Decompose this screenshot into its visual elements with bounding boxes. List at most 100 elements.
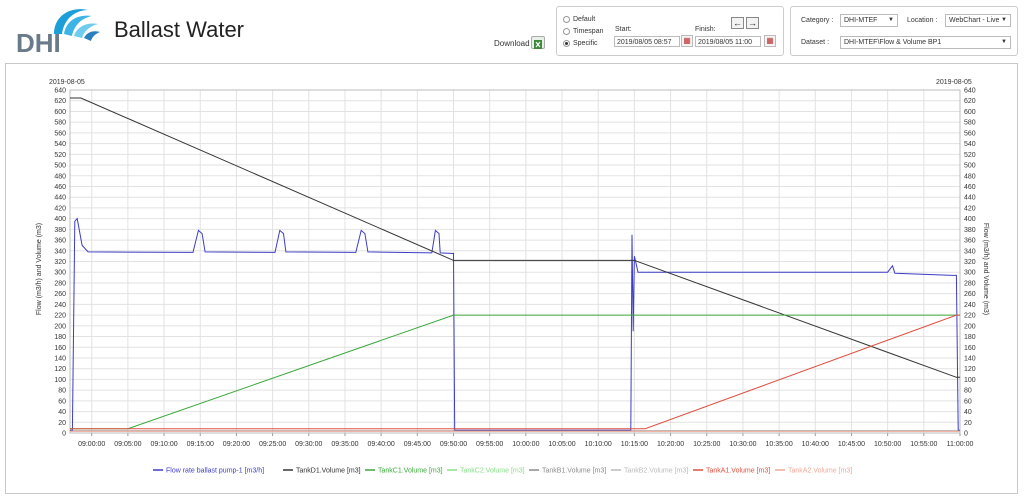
chart-panel: 2019-08-05 2019-08-05 Flow (m3/h) and Vo…: [5, 63, 1018, 494]
excel-icon: [534, 40, 542, 49]
radio-timespan[interactable]: [563, 28, 570, 35]
x-tick-label: 10:40:00: [802, 441, 829, 448]
y-tick-label-right: 360: [964, 238, 976, 245]
dataset-select[interactable]: DHI-MTEF\Flow & Volume BP1 ▼: [840, 36, 1011, 49]
grid-lines: [69, 89, 961, 436]
y-tick-label-left: 440: [54, 195, 66, 202]
radio-default[interactable]: [563, 16, 570, 23]
legend-item-6[interactable]: TankA1.Volume [m3]: [693, 468, 770, 475]
y-tick-label-left: 260: [54, 291, 66, 298]
y-tick-label-left: 640: [54, 88, 66, 95]
option-default[interactable]: Default: [563, 16, 595, 23]
dataset-label: Dataset :: [801, 39, 830, 46]
y-tick-label-left: 160: [54, 345, 66, 352]
finish-label: Finish:: [695, 26, 716, 33]
previous-button[interactable]: ←: [731, 17, 744, 29]
y-tick-label-left: 280: [54, 280, 66, 287]
finish-calendar-button[interactable]: ▦: [764, 35, 776, 47]
x-tick-label: 10:35:00: [765, 441, 792, 448]
y-tick-label-left: 60: [58, 398, 66, 405]
y-tick-label-left: 340: [54, 248, 66, 255]
y-tick-label-right: 140: [964, 355, 976, 362]
next-button[interactable]: →: [746, 17, 759, 29]
legend-item-3[interactable]: TankC2.Volume [m3]: [447, 468, 525, 475]
finish-date-input[interactable]: 2019/08/05 11:00: [695, 36, 761, 47]
y-tick-label-left: 140: [54, 355, 66, 362]
date-label-left: 2019-08-05: [49, 79, 85, 86]
legend-item-2[interactable]: TankC1.Volume [m3]: [365, 468, 443, 475]
radio-specific[interactable]: [563, 40, 570, 47]
y-tick-label-right: 440: [964, 195, 976, 202]
y-tick-label-left: 540: [54, 141, 66, 148]
legend-item-0[interactable]: Flow rate ballast pump-1 [m3/h]: [153, 468, 264, 475]
x-tick-label: 09:15:00: [187, 441, 214, 448]
y-tick-label-right: 160: [964, 345, 976, 352]
flow-volume-chart[interactable]: 2019-08-05 2019-08-05 Flow (m3/h) and Vo…: [6, 64, 1017, 493]
download-button[interactable]: [531, 36, 545, 49]
y-tick-label-left: 400: [54, 216, 66, 223]
chevron-down-icon: ▼: [888, 17, 894, 23]
legend-item-1[interactable]: TankD1.Volume [m3]: [283, 468, 361, 475]
y-tick-label-right: 400: [964, 216, 976, 223]
x-tick-label: 09:50:00: [440, 441, 467, 448]
y-tick-label-left: 620: [54, 98, 66, 105]
y-tick-label-left: 420: [54, 205, 66, 212]
y-tick-label-left: 380: [54, 227, 66, 234]
y-tick-label-right: 180: [964, 334, 976, 341]
series-line-1: [70, 97, 960, 378]
start-calendar-button[interactable]: ▦: [681, 35, 693, 47]
y-tick-label-left: 120: [54, 366, 66, 373]
legend-label: TankA2.Volume [m3]: [788, 468, 852, 475]
legend-item-7[interactable]: TankA2.Volume [m3]: [775, 468, 852, 475]
y-tick-label-right: 600: [964, 109, 976, 116]
category-select[interactable]: DHI-MTEF ▼: [840, 14, 898, 27]
arrow-right-icon: →: [748, 18, 757, 28]
y-tick-label-left: 0: [62, 431, 66, 438]
x-tick-labels: 09:00:00 09:05:00 09:10:00 09:15:00 09:20:00…: [78, 441, 973, 448]
y-tick-label-right: 640: [964, 88, 976, 95]
x-tick-label: 10:25:00: [693, 441, 720, 448]
y-tick-label-left: 200: [54, 323, 66, 330]
y-tick-label-left: 600: [54, 109, 66, 116]
legend-label: TankB2.Volume [m3]: [624, 468, 688, 475]
option-specific[interactable]: Specific: [563, 40, 598, 47]
y-tick-label-left: 460: [54, 184, 66, 191]
y-axis-label-right: Flow (m3/h) and Volume (m3): [982, 223, 989, 315]
y-tick-label-right: 0: [964, 431, 968, 438]
legend-item-5[interactable]: TankB2.Volume [m3]: [611, 468, 688, 475]
start-date-input[interactable]: 2019/08/05 08:57: [614, 36, 680, 47]
x-tick-label: 10:00:00: [512, 441, 539, 448]
x-tick-label: 09:00:00: [78, 441, 105, 448]
category-label: Category :: [801, 17, 834, 24]
start-label: Start:: [615, 26, 632, 33]
y-tick-label-left: 560: [54, 130, 66, 137]
y-tick-label-right: 520: [964, 152, 976, 159]
y-tick-label-right: 260: [964, 291, 976, 298]
legend-label: TankA1.Volume [m3]: [706, 468, 770, 475]
x-tick-label: 10:10:00: [585, 441, 612, 448]
y-tick-label-right: 120: [964, 366, 976, 373]
time-range-panel: Default Timespan Specific Start: Finish:…: [556, 6, 784, 56]
dhi-logo-icon: DHI: [16, 9, 100, 56]
x-tick-label: 10:15:00: [621, 441, 648, 448]
x-tick-label: 10:30:00: [729, 441, 756, 448]
series-lines: [70, 97, 960, 432]
date-label-right: 2019-08-05: [936, 79, 972, 86]
option-timespan[interactable]: Timespan: [563, 28, 603, 35]
arrow-left-icon: ←: [733, 18, 742, 28]
x-tick-label: 09:30:00: [295, 441, 322, 448]
legend-label: TankD1.Volume [m3]: [296, 468, 361, 475]
location-label: Location :: [907, 17, 938, 24]
y-tick-label-left: 240: [54, 302, 66, 309]
y-tick-label-right: 420: [964, 205, 976, 212]
legend-item-4[interactable]: TankB1.Volume [m3]: [529, 468, 606, 475]
y-tick-labels: 0 0 20 20 40 40 60 60 80 80 100 100 120 120 140 140 160 1…: [54, 88, 975, 438]
y-tick-label-right: 280: [964, 280, 976, 287]
y-tick-label-right: 220: [964, 313, 976, 320]
y-tick-label-right: 620: [964, 98, 976, 105]
location-select[interactable]: WebChart - Live ▼: [945, 14, 1011, 27]
y-tick-label-left: 320: [54, 259, 66, 266]
x-tick-label: 09:55:00: [476, 441, 503, 448]
x-tick-label: 09:40:00: [368, 441, 395, 448]
y-tick-label-right: 340: [964, 248, 976, 255]
